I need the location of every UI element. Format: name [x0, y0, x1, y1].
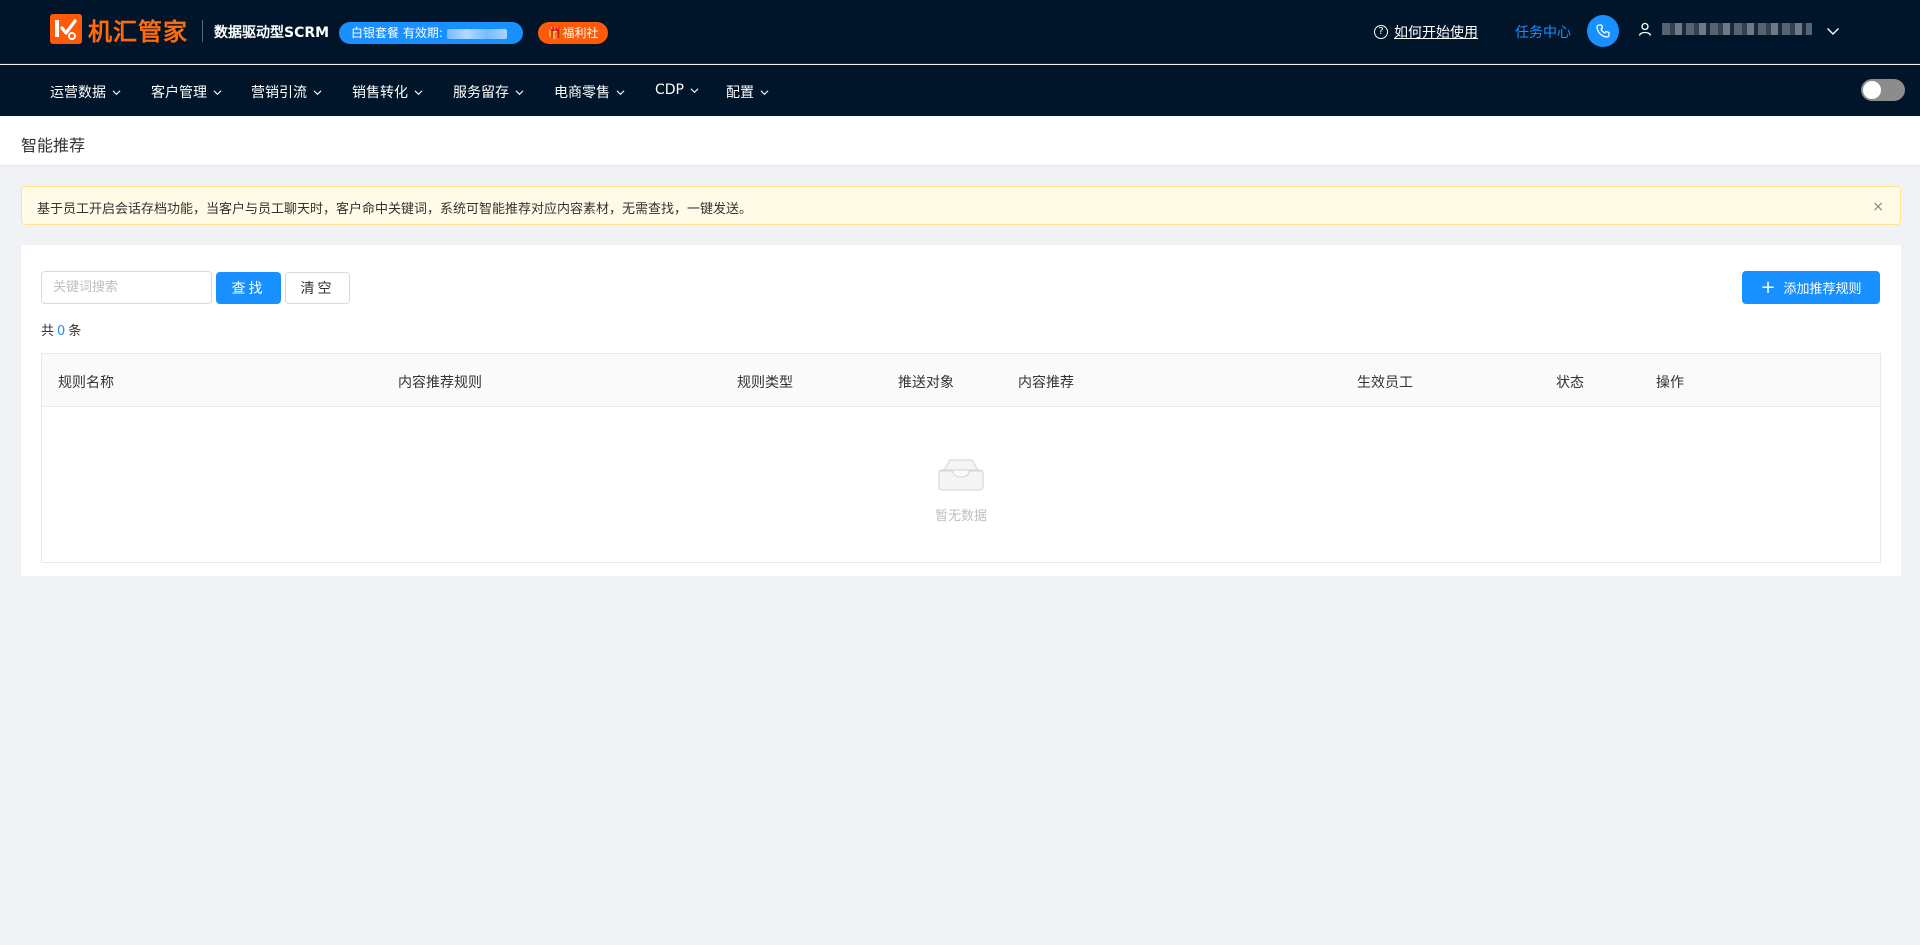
column-header-rule-name: 规则名称 [58, 375, 114, 391]
phone-button[interactable] [1587, 15, 1619, 47]
column-header-push-target: 推送对象 [898, 375, 954, 391]
total-prefix: 共 [41, 324, 55, 339]
nav-item-sales-conversion[interactable]: 销售转化 [352, 82, 423, 102]
column-header-content-rule: 内容推荐规则 [398, 375, 482, 391]
nav-item-marketing[interactable]: 营销引流 [251, 82, 322, 102]
nav-label: 销售转化 [352, 85, 408, 101]
main-nav: 运营数据 客户管理 营销引流 销售转化 服务留存 电商零售 CDP 配置 [0, 65, 1920, 116]
search-button[interactable]: 查找 [216, 272, 281, 304]
column-header-actions: 操作 [1656, 375, 1684, 391]
nav-item-customer-management[interactable]: 客户管理 [151, 82, 222, 102]
nav-label: CDP [655, 82, 684, 98]
chevron-down-icon [313, 89, 322, 95]
total-suffix: 条 [68, 324, 82, 339]
phone-icon [1596, 24, 1610, 38]
welfare-badge[interactable]: 🎁福利社 [538, 22, 608, 44]
nav-label: 客户管理 [151, 85, 207, 101]
logo-mark-icon [50, 14, 82, 44]
page-header: 智能推荐 [0, 116, 1920, 166]
nav-item-cdp[interactable]: CDP [655, 82, 699, 98]
chevron-down-icon[interactable] [1826, 24, 1840, 38]
nav-item-ecommerce[interactable]: 电商零售 [554, 82, 625, 102]
inbox-empty-icon [938, 459, 984, 491]
column-header-rule-type: 规则类型 [737, 375, 793, 391]
close-icon[interactable]: × [1872, 199, 1884, 215]
chevron-down-icon [760, 89, 769, 95]
theme-toggle[interactable] [1861, 79, 1905, 101]
package-badge[interactable]: 白银套餐 有效期: [339, 22, 523, 44]
chevron-down-icon [112, 89, 121, 95]
info-alert: 基于员工开启会话存档功能，当客户与员工聊天时，客户命中关键词，系统可智能推荐对应… [21, 186, 1901, 225]
nav-label: 营销引流 [251, 85, 307, 101]
question-circle-icon: ? [1374, 25, 1388, 39]
nav-label: 服务留存 [453, 85, 509, 101]
table-header: 规则名称 内容推荐规则 规则类型 推送对象 内容推荐 生效员工 状态 操作 [42, 354, 1880, 407]
nav-label: 电商零售 [554, 85, 610, 101]
help-link[interactable]: ? 如何开始使用 [1374, 22, 1478, 42]
add-rule-label: 添加推荐规则 [1783, 282, 1862, 297]
chevron-down-icon [213, 89, 222, 95]
chevron-down-icon [414, 89, 423, 95]
product-name: 数据驱动型SCRM [214, 25, 330, 41]
nav-item-service-retention[interactable]: 服务留存 [453, 82, 524, 102]
package-label: 白银套餐 有效期: [351, 26, 443, 40]
logo-text: 机汇管家 [88, 17, 188, 46]
logo[interactable]: 机汇管家 [50, 14, 188, 46]
total-count: 共0条 [41, 320, 81, 339]
nav-item-operations-data[interactable]: 运营数据 [50, 82, 121, 102]
task-center-link[interactable]: 任务中心 [1515, 22, 1571, 42]
column-header-content-recommend: 内容推荐 [1018, 375, 1074, 391]
header-divider [202, 20, 203, 42]
total-number: 0 [57, 324, 66, 339]
redacted-expiry [446, 28, 507, 39]
alert-text: 基于员工开启会话存档功能，当客户与员工聊天时，客户命中关键词，系统可智能推荐对应… [37, 202, 753, 217]
nav-item-settings[interactable]: 配置 [726, 82, 769, 102]
user-icon [1638, 22, 1652, 36]
keyword-search-input[interactable] [41, 271, 212, 304]
add-rule-button[interactable]: + 添加推荐规则 [1742, 271, 1880, 304]
nav-label: 配置 [726, 85, 754, 101]
top-header: 机汇管家 数据驱动型SCRM 白银套餐 有效期: 🎁福利社 ? 如何开始使用 任… [0, 0, 1920, 64]
plus-icon: + [1760, 276, 1776, 298]
nav-label: 运营数据 [50, 85, 106, 101]
chevron-down-icon [515, 89, 524, 95]
empty-state: 暂无数据 [42, 407, 1880, 563]
toggle-knob [1863, 81, 1881, 99]
empty-text: 暂无数据 [934, 509, 987, 524]
chevron-down-icon [690, 87, 699, 93]
column-header-status: 状态 [1556, 375, 1584, 391]
user-menu[interactable] [1638, 22, 1812, 36]
page-title: 智能推荐 [21, 136, 86, 155]
chevron-down-icon [616, 89, 625, 95]
redacted-username [1662, 23, 1812, 35]
help-label: 如何开始使用 [1394, 25, 1478, 41]
clear-button[interactable]: 清空 [285, 272, 350, 304]
rules-card: 查找 清空 + 添加推荐规则 共0条 规则名称 内容推荐规则 规则类型 推送对象… [21, 245, 1901, 576]
column-header-effective-staff: 生效员工 [1357, 375, 1413, 391]
rules-table: 规则名称 内容推荐规则 规则类型 推送对象 内容推荐 生效员工 状态 操作 暂无… [41, 353, 1881, 563]
